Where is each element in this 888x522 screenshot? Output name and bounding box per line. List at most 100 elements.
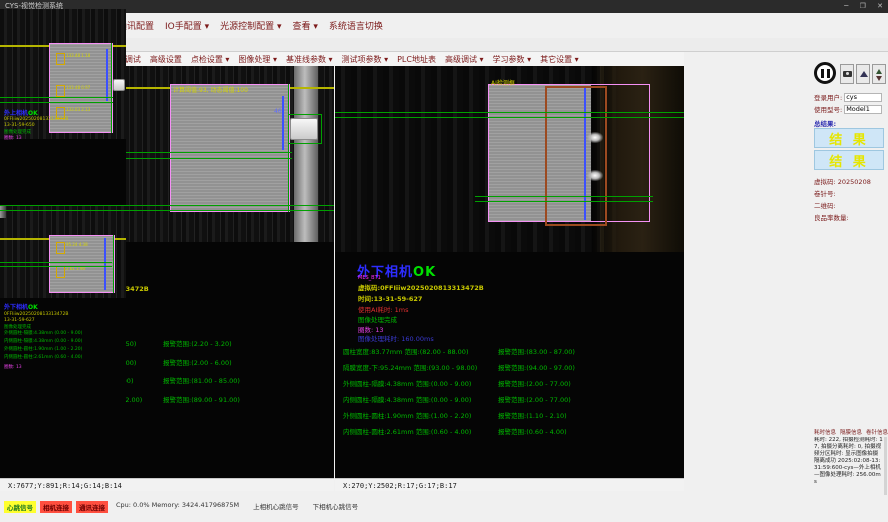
menu-item[interactable]: 查看 ▾ — [293, 19, 318, 32]
tab-membrane-info[interactable]: 隔膜信息 — [840, 428, 862, 436]
small-top-camera-view[interactable]: 133.48 1.18 133.48 0.97 133.03 2.13 外上相机… — [0, 9, 126, 205]
tab-connector — [113, 79, 125, 91]
alarm-range: 报警范围:(2.00 - 6.00) — [163, 357, 330, 367]
roi-box-icon — [56, 85, 65, 97]
process-done: 图像处理完成 — [358, 314, 397, 324]
model-input[interactable] — [844, 105, 882, 114]
alarm-range: 报警范围:(89.00 - 91.00) — [163, 394, 330, 404]
switch-camera-button[interactable] — [872, 64, 886, 84]
ai-roi-box — [545, 86, 607, 226]
measurement-row: 隔膜宽度-下:95.24mm 范围:(93.00 - 98.00) 报警范围:(… — [343, 362, 680, 372]
pause-icon — [821, 69, 824, 78]
status-bar: 心跳信号 相机连接 通讯连接 Cpu: 0.0% Memory: 3424.41… — [0, 498, 888, 522]
menu-item[interactable]: 光源控制配置 ▾ — [220, 19, 281, 32]
threshold-label: 计算阈值:93, 动态阈值:100 — [173, 85, 248, 94]
alarm-range: 报警范围:(81.00 - 85.00) — [163, 375, 330, 385]
comm-connect-badge: 通讯连接 — [76, 501, 108, 513]
pixel-info-bar: X:270;Y:2502;R:17;G:17;B:17 — [335, 478, 684, 491]
edge-guide-line — [111, 43, 112, 133]
model-label: 使用型号: — [814, 104, 842, 114]
baseline-2 — [0, 102, 113, 103]
alarm-range: 报警范围:(2.20 - 3.20) — [163, 338, 330, 348]
baseline-3 — [475, 196, 653, 197]
baseline-4 — [475, 201, 653, 202]
toolbar-item[interactable]: 其它设置 ▾ — [540, 54, 579, 65]
capture-time: 时间:13-31-59-627 — [358, 293, 422, 303]
toolbar-item[interactable]: 高级调试 ▾ — [445, 54, 484, 65]
toolbar-item[interactable]: 基准线参数 ▾ — [286, 54, 333, 65]
toolbar-item[interactable]: PLC地址表 — [397, 54, 436, 65]
pause-button[interactable] — [814, 62, 836, 84]
measurement-rows: 外侧圆柱-隔膜:4.38mm (0.00 - 9.00)内侧圆柱-隔膜:4.38… — [4, 330, 82, 362]
toolbar-item[interactable]: 点检设置 ▾ — [191, 54, 230, 65]
center-camera-view[interactable]: AI检测框 外下相机OK MES_BT1 虚拟码:0FFIiiw20250208… — [335, 66, 684, 478]
measurement-row: 内侧圆柱-隔膜:4.38mm 范围:(0.00 - 9.00) 报警范围:(2.… — [343, 394, 680, 404]
login-user-row: 登录用户: — [814, 92, 882, 102]
capture-time: 13-31-59-627 — [4, 318, 35, 323]
roi-box-icon — [56, 53, 65, 65]
edge-guide-line — [288, 84, 289, 212]
total-result-row: 总结果: — [814, 118, 836, 128]
roi-measure-label: 133.48 1.18 — [66, 53, 90, 58]
annotation-mark: 95.24 4.38 — [56, 242, 88, 254]
baseline-2 — [335, 117, 684, 118]
measure-guide-line — [104, 238, 106, 290]
tab-pin-info[interactable]: 卷针信息 — [866, 428, 888, 436]
yield-count-row: 良品率数量: — [814, 212, 849, 222]
center-camera-column: AI检测框 外下相机OK MES_BT1 虚拟码:0FFIiiw20250208… — [335, 66, 684, 491]
toolbar-item[interactable]: 学习参数 ▾ — [493, 54, 532, 65]
tab-elapsed-info[interactable]: 耗时信息 — [814, 428, 836, 436]
qr-code-row: 二维码: — [814, 200, 836, 210]
edge-value-tag: 46 — [274, 108, 282, 115]
measurement-row: 内侧圆柱-圆柱:2.61mm 范围:(0.60 - 4.00) 报警范围:(0.… — [343, 426, 680, 436]
yield-count-label: 良品率数量: — [814, 212, 849, 222]
loop-count: 圈数: 13 — [4, 364, 22, 370]
small-bottom-camera-view[interactable]: 95.24 4.38 2.61 1.90 外下相机OK 0FFIiiw20250… — [0, 218, 126, 418]
maximize-button[interactable]: ❐ — [860, 2, 866, 10]
window-controls: ─ ❐ ✕ — [835, 0, 883, 13]
alarm-range: 报警范围:(83.00 - 87.00) — [498, 346, 680, 356]
measurement-row: 内侧圆柱-隔膜:4.38mm (0.00 - 9.00) — [4, 338, 82, 346]
camera-result-headline: 外下相机OK — [4, 302, 38, 311]
close-button[interactable]: ✕ — [877, 2, 883, 10]
camera-result-headline: 外上相机OK — [4, 108, 38, 117]
login-user-input[interactable] — [844, 93, 882, 102]
baseline-1 — [0, 262, 112, 263]
measurement-row: 外侧圆柱-圆柱:1.90mm (1.00 - 2.20) — [4, 346, 82, 354]
cell-block — [170, 84, 290, 212]
alarm-range: 报警范围:(94.00 - 97.00) — [498, 362, 680, 372]
lower-camera-heartbeat[interactable]: 下相机心跳信号 — [313, 501, 359, 511]
metal-glint — [587, 170, 603, 181]
virtual-code: 0FFIiiw2025020813313472B — [4, 312, 68, 317]
roll-light-band — [294, 66, 318, 242]
menu-item[interactable]: 系统语言切换 — [329, 19, 383, 32]
upper-camera-heartbeat[interactable]: 上相机心跳信号 — [253, 501, 299, 511]
log-scrollbar[interactable] — [884, 437, 887, 495]
measurement-row: 外侧圆柱-圆柱:1.90mm 范围:(1.00 - 2.20) 报警范围:(1.… — [343, 410, 680, 420]
result-text: 结 果 — [829, 129, 869, 148]
snapshot-button[interactable] — [840, 64, 854, 84]
process-elapsed: 图像处理耗时: 160.00ms — [358, 333, 434, 343]
measure-value: 圆柱宽度:83.77mm 范围:(82.00 - 88.00) — [343, 346, 498, 356]
virtual-code: 0FFIiiw2025020813313472B — [4, 117, 68, 122]
result-box-bottom: 结 果 — [814, 150, 884, 170]
baseline-3 — [0, 205, 334, 206]
menu-item[interactable]: IO手配置 ▾ — [165, 19, 209, 32]
measurement-row: 内侧圆柱-圆柱:2.61mm (0.60 - 4.00) — [4, 354, 82, 362]
pin-number-row: 卷针号: — [814, 188, 836, 198]
toolbar-item[interactable]: 图像处理 ▾ — [238, 54, 277, 65]
result-ok: OK — [28, 304, 38, 311]
measurement-row: 圆柱宽度:83.77mm 范围:(82.00 - 88.00) 报警范围:(83… — [343, 346, 680, 356]
ai-box-label: AI检测框 — [491, 78, 515, 87]
pixel-info-bar: X:7677;Y:891;R:14;G:14;B:14 — [0, 478, 334, 491]
tab-strip: 运行图像 — [0, 38, 888, 52]
toolbar-item[interactable]: 测试项参数 ▾ — [342, 54, 389, 65]
minimize-button[interactable]: ─ — [844, 2, 848, 10]
toolbar-item[interactable]: 高级设置 — [150, 54, 182, 65]
heartbeat-badge: 心跳信号 — [4, 501, 36, 513]
roi-measure-label: 95.24 4.38 — [66, 242, 88, 247]
virtual-code-label: 虚拟码: 20250208 — [814, 176, 871, 186]
annotation-mark: 133.48 0.97 — [56, 85, 90, 97]
camera-connect-badge: 相机连接 — [40, 501, 72, 513]
image-up-button[interactable] — [856, 64, 870, 84]
